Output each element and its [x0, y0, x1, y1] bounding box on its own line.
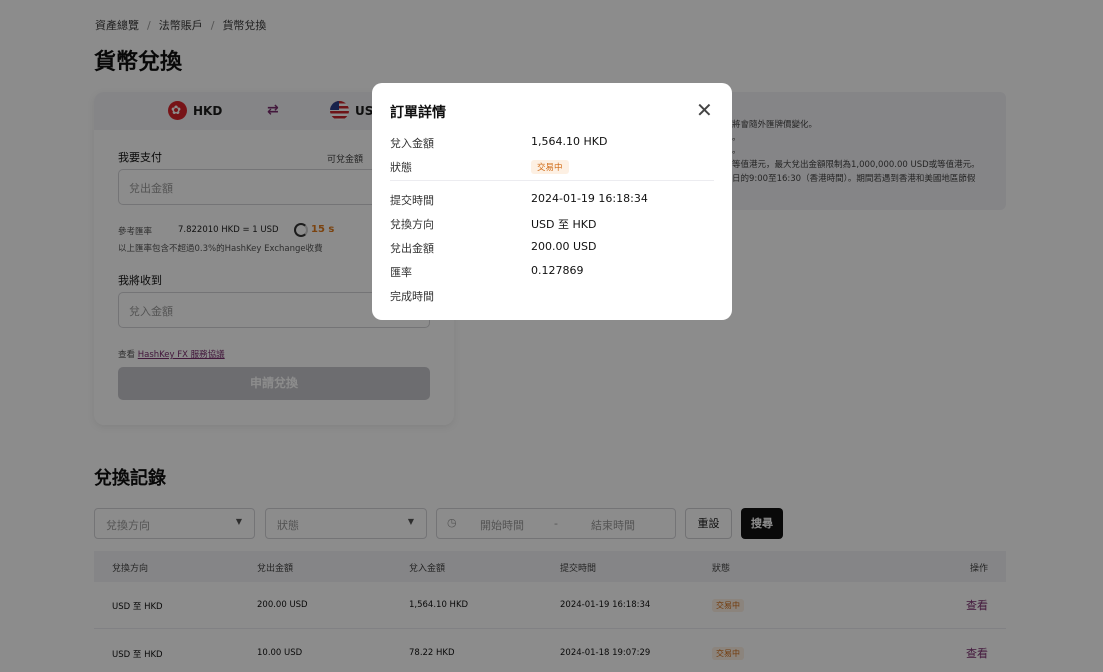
- detail-label: 兌入金額: [390, 137, 434, 150]
- modal-title: 訂單詳情: [390, 105, 446, 121]
- divider: [390, 180, 714, 181]
- detail-label: 完成時間: [390, 290, 434, 303]
- detail-submit-time: 2024-01-19 16:18:34: [531, 192, 648, 205]
- status-badge: 交易中: [531, 160, 569, 174]
- detail-out-amount: 200.00 USD: [531, 240, 597, 253]
- detail-label: 匯率: [390, 266, 412, 279]
- detail-rate: 0.127869: [531, 264, 584, 277]
- detail-label: 狀態: [390, 161, 412, 174]
- close-icon[interactable]: ✕: [696, 100, 713, 120]
- detail-direction: USD 至 HKD: [531, 218, 597, 231]
- order-detail-modal: 訂單詳情 ✕ 兌入金額 1,564.10 HKD 狀態 交易中 提交時間 202…: [372, 83, 732, 320]
- detail-in-amount: 1,564.10 HKD: [531, 135, 608, 148]
- detail-label: 兌出金額: [390, 242, 434, 255]
- detail-label: 兌換方向: [390, 218, 434, 231]
- detail-label: 提交時間: [390, 194, 434, 207]
